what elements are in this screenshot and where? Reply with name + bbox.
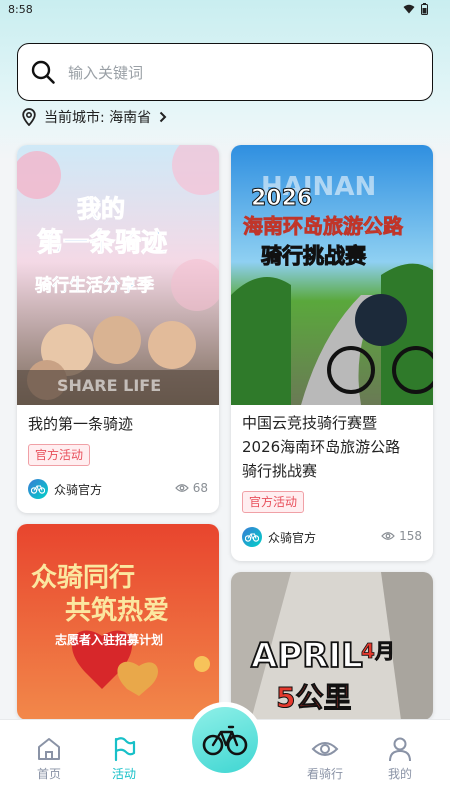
nav-item-home[interactable]: 首页 [19, 736, 79, 782]
card-title-line-1: 中国云竞技骑行赛暨 [242, 414, 378, 432]
battery-icon [421, 3, 428, 15]
nav-item-activity[interactable]: 活动 [94, 736, 154, 782]
poster-line-1: APRIL [251, 636, 363, 676]
card-title: 我的第一条骑迹 [28, 415, 134, 433]
flag-icon [114, 737, 136, 762]
status-bar: 8:58 [0, 0, 450, 22]
activity-card[interactable]: 我的 第一条骑迹 骑行生活分享季 SHARE LIFE 我的第一条骑迹 官方活动… [17, 145, 219, 513]
search-icon [31, 60, 55, 84]
user-icon [389, 737, 411, 762]
poster-line-3: 海南环岛旅游公路 [243, 214, 404, 238]
view-count-value: 158 [399, 529, 422, 543]
nav-item-watch-riding[interactable]: 看骑行 [295, 736, 355, 782]
search-placeholder: 输入关键词 [68, 63, 144, 82]
poster-line-2: 4月 [361, 639, 395, 663]
poster-line-2: 2026 [251, 186, 312, 211]
center-ride-button-inner [192, 707, 258, 773]
poster-line-4: 骑行挑战赛 [261, 244, 367, 268]
status-icons [403, 3, 428, 15]
official-activity-tag: 官方活动 [28, 444, 91, 466]
nav-item-profile[interactable]: 我的 [370, 736, 430, 782]
nav-label-home: 首页 [36, 767, 61, 781]
card-title-line-2: 2026海南环岛旅游公路 [242, 438, 401, 456]
activity-card[interactable]: HAINAN 2026 海南环岛旅游公路 骑行挑战赛 中国云竞技骑行赛暨 202… [231, 145, 433, 561]
nav-label-profile: 我的 [387, 767, 412, 781]
nav-label-watch-riding: 看骑行 [306, 767, 343, 781]
status-time: 8:58 [8, 3, 33, 16]
city-selector[interactable]: 当前城市: 海南省 [22, 107, 167, 127]
wifi-icon [403, 4, 415, 14]
activity-poster-image: 众骑同行 共筑热爱 志愿者入驻招募计划 [17, 524, 219, 720]
eye-icon [381, 532, 395, 540]
author-name: 众骑官方 [268, 530, 317, 545]
poster-line-3: 骑行生活分享季 [35, 275, 154, 296]
view-count: 158 [381, 529, 422, 543]
home-icon [38, 738, 60, 760]
view-count-value: 68 [192, 481, 208, 495]
card-title-line-3: 骑行挑战赛 [242, 462, 318, 480]
poster-line-2: 共筑热爱 [65, 595, 169, 626]
activity-poster-image: 我的 第一条骑迹 骑行生活分享季 SHARE LIFE [17, 145, 219, 405]
official-activity-tag: 官方活动 [242, 491, 305, 513]
chevron-right-icon [159, 111, 167, 123]
search-input[interactable]: 输入关键词 [17, 43, 433, 101]
location-pin-icon [22, 108, 36, 126]
poster-line-3: 5公里 [276, 681, 351, 714]
poster-line-1: 众骑同行 [31, 562, 135, 593]
author-name: 众骑官方 [54, 482, 103, 497]
poster-line-3: 志愿者入驻招募计划 [55, 632, 163, 647]
eye-icon [174, 484, 189, 492]
eye-icon [311, 742, 339, 756]
poster-line-4: SHARE LIFE [57, 376, 161, 395]
bicycle-icon [242, 527, 262, 547]
activity-poster-image: APRIL 4月 5公里 [231, 572, 433, 720]
bicycle-icon [28, 479, 48, 499]
poster-line-2: 第一条骑迹 [37, 227, 167, 258]
activity-poster-image: HAINAN 2026 海南环岛旅游公路 骑行挑战赛 [231, 145, 433, 405]
center-ride-button[interactable] [187, 702, 263, 778]
card-author: 众骑官方 [28, 479, 102, 499]
activity-card[interactable]: 众骑同行 共筑热爱 志愿者入驻招募计划 [17, 524, 219, 720]
activity-card[interactable]: APRIL 4月 5公里 [231, 572, 433, 720]
card-author: 众骑官方 [242, 527, 316, 547]
bicycle-icon [202, 725, 248, 756]
nav-label-activity: 活动 [111, 767, 136, 781]
card-title: 中国云竞技骑行赛暨 2026海南环岛旅游公路 骑行挑战赛 [242, 411, 422, 483]
poster-line-1: 我的 [77, 195, 125, 223]
view-count: 68 [174, 481, 208, 495]
city-label: 当前城市: 海南省 [44, 110, 152, 126]
